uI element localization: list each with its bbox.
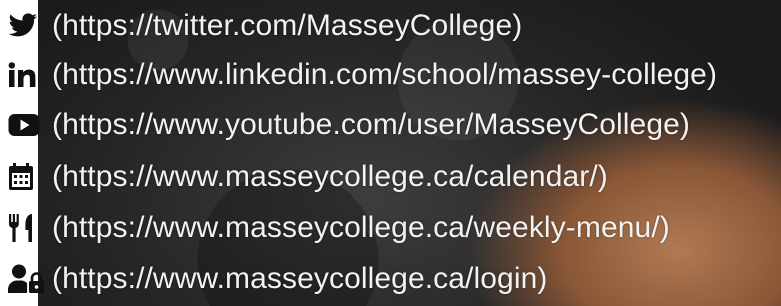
weekly-menu-link[interactable]: (https://www.masseycollege.ca/weekly-men… [0, 203, 781, 253]
twitter-url: (https://twitter.com/MasseyCollege) [52, 9, 523, 42]
utensils-icon [0, 210, 44, 246]
linkedin-link[interactable]: (https://www.linkedin.com/school/massey-… [0, 50, 781, 100]
youtube-link[interactable]: (https://www.youtube.com/user/MasseyColl… [0, 100, 781, 150]
twitter-icon [0, 8, 44, 44]
calendar-icon [0, 159, 44, 195]
twitter-link[interactable]: (https://twitter.com/MasseyCollege) [0, 1, 781, 51]
youtube-url: (https://www.youtube.com/user/MasseyColl… [52, 108, 690, 141]
social-links-list: (https://twitter.com/MasseyCollege) (htt… [0, 0, 781, 306]
linkedin-url: (https://www.linkedin.com/school/massey-… [52, 58, 718, 91]
login-link[interactable]: (https://www.masseycollege.ca/login) [0, 254, 781, 304]
linkedin-icon [0, 57, 44, 93]
user-lock-icon [0, 261, 44, 297]
login-url: (https://www.masseycollege.ca/login) [52, 262, 548, 295]
youtube-icon [0, 107, 44, 143]
calendar-url: (https://www.masseycollege.ca/calendar/) [52, 160, 608, 193]
calendar-link[interactable]: (https://www.masseycollege.ca/calendar/) [0, 152, 781, 202]
weekly-menu-url: (https://www.masseycollege.ca/weekly-men… [52, 211, 670, 244]
